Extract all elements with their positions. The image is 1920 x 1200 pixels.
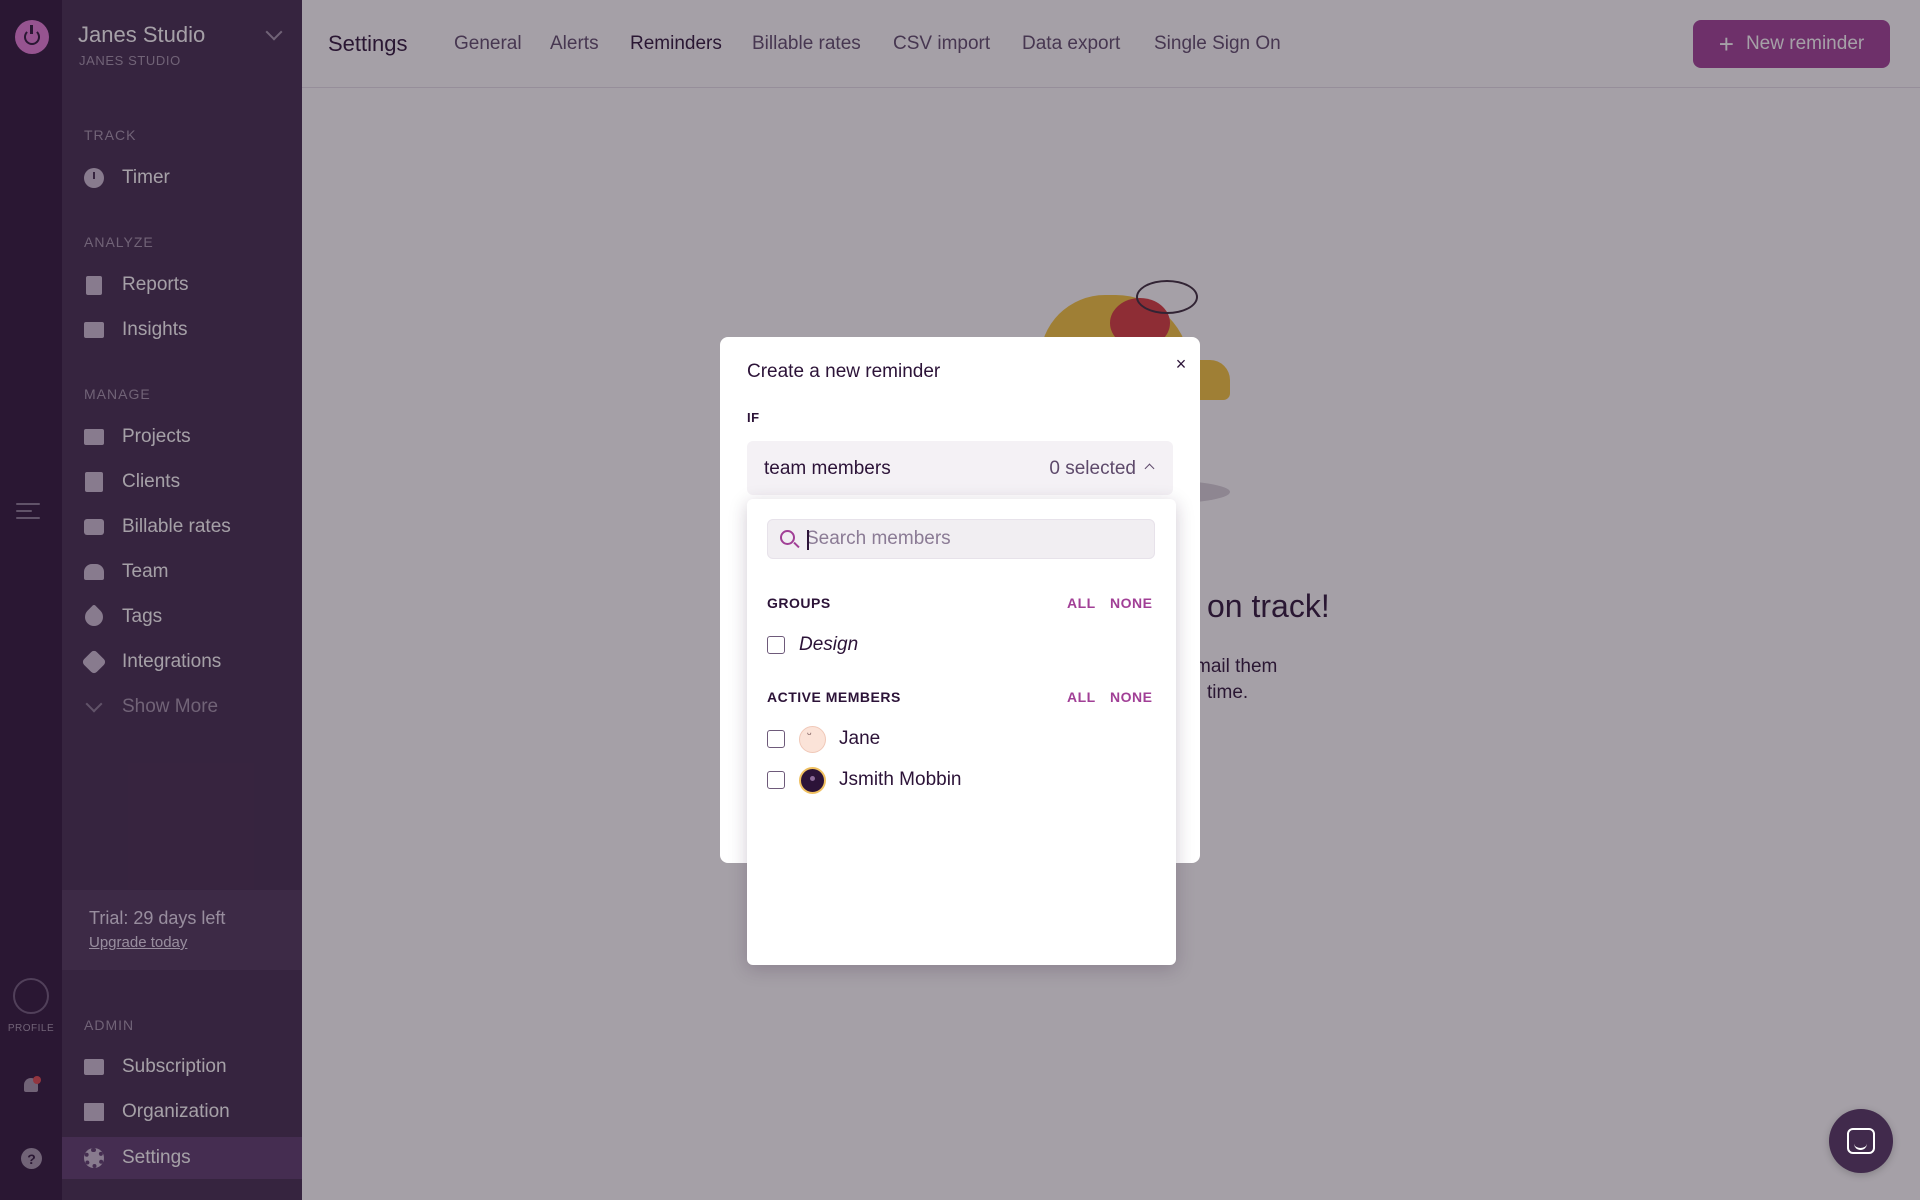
members-dropdown: GROUPS ALL NONE Design ACTIVE MEMBERS AL…	[747, 499, 1176, 965]
groups-label: GROUPS	[767, 595, 831, 611]
chevron-up-icon	[1144, 463, 1155, 474]
close-icon[interactable]: ×	[1170, 353, 1192, 375]
groups-select-all[interactable]: ALL	[1067, 595, 1096, 611]
checkbox[interactable]	[767, 636, 785, 654]
checkbox[interactable]	[767, 730, 785, 748]
chat-launcher-button[interactable]	[1829, 1109, 1893, 1173]
checkbox[interactable]	[767, 771, 785, 789]
search-box[interactable]	[767, 519, 1155, 559]
text-cursor	[807, 530, 809, 550]
search-icon	[780, 530, 795, 545]
search-input[interactable]	[806, 520, 1146, 558]
avatar	[799, 766, 826, 794]
groups-select-none[interactable]: NONE	[1110, 595, 1152, 611]
modal-title: Create a new reminder	[747, 361, 941, 382]
member-name: Jane	[839, 728, 881, 749]
members-select-all[interactable]: ALL	[1067, 689, 1096, 705]
members-select-none[interactable]: NONE	[1110, 689, 1152, 705]
active-members-label: ACTIVE MEMBERS	[767, 689, 901, 705]
if-label: IF	[747, 410, 760, 425]
member-row-jane[interactable]: Jane	[767, 724, 880, 754]
group-name: Design	[799, 634, 859, 655]
selected-count: 0 selected	[1049, 458, 1136, 479]
member-row-jsmith-mobbin[interactable]: Jsmith Mobbin	[767, 765, 962, 795]
avatar	[799, 725, 826, 753]
select-label: team members	[764, 458, 891, 479]
member-name: Jsmith Mobbin	[839, 769, 962, 790]
chat-icon	[1847, 1128, 1875, 1154]
group-row-design[interactable]: Design	[767, 630, 858, 660]
team-members-select[interactable]: team members 0 selected	[747, 441, 1173, 495]
